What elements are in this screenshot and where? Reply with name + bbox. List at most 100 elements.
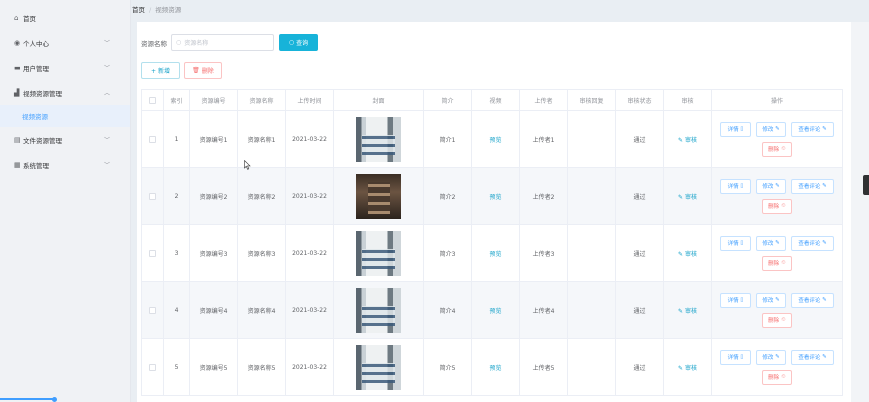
- edit-button[interactable]: 修改 ✎: [756, 178, 786, 194]
- detail-button[interactable]: 详情 ▯: [720, 235, 751, 251]
- sidebar-item-label: 个人中心: [23, 39, 49, 48]
- batch-delete-button[interactable]: 🗑 删除: [184, 62, 222, 79]
- delete-button[interactable]: 删除 ♲: [762, 255, 792, 271]
- trash-icon: ♲: [780, 260, 786, 266]
- cell-name: 资源名称5: [237, 338, 286, 396]
- delete-label: 删除: [768, 204, 780, 210]
- sidebar-item-label: 系统管理: [23, 161, 49, 170]
- cell-index: 3: [163, 224, 190, 282]
- view-comments-button[interactable]: 查看评论 ✎: [791, 121, 834, 137]
- sidebar-item-2[interactable]: ▬ 用户管理 ﹀: [0, 55, 130, 80]
- cell-time: 2021-03-22: [285, 110, 334, 168]
- audit-link[interactable]: ✎ 审核: [678, 308, 697, 315]
- cell-status: 通过: [615, 338, 664, 396]
- right-gutter: [851, 22, 869, 402]
- edit-button[interactable]: 修改 ✎: [756, 349, 786, 365]
- detail-button[interactable]: 详情 ▯: [720, 121, 751, 137]
- cell-status: 通过: [615, 167, 664, 225]
- cover-image[interactable]: [356, 287, 401, 333]
- query-button[interactable]: ○ 查询: [279, 34, 318, 51]
- sidebar-subitem-video-resource[interactable]: 视频资源: [0, 105, 130, 127]
- edit-button[interactable]: 修改 ✎: [756, 235, 786, 251]
- sidebar-scrollbar[interactable]: [0, 398, 56, 400]
- cell-cover: [333, 110, 424, 168]
- scroll-handle[interactable]: [863, 175, 869, 195]
- video-preview-link[interactable]: 预览: [489, 365, 501, 372]
- detail-button[interactable]: 详情 ▯: [720, 178, 751, 194]
- cell-code: 资源编号5: [189, 338, 238, 396]
- view-comments-button[interactable]: 查看评论 ✎: [791, 178, 834, 194]
- video-preview-link[interactable]: 预览: [489, 194, 501, 201]
- video-preview-link[interactable]: 预览: [489, 308, 501, 315]
- edit-button[interactable]: 修改 ✎: [756, 292, 786, 308]
- cover-image[interactable]: [356, 173, 401, 219]
- delete-button[interactable]: 删除 ♲: [762, 312, 792, 328]
- cell-status: 通过: [615, 110, 664, 168]
- audit-link[interactable]: ✎ 审核: [678, 137, 697, 144]
- document-icon: ▤: [14, 135, 21, 144]
- view-comments-button[interactable]: 查看评论 ✎: [791, 235, 834, 251]
- add-button[interactable]: + 新增: [141, 62, 180, 79]
- select-all-checkbox[interactable]: [149, 96, 156, 104]
- cell-uploader: 上传者3: [519, 224, 568, 282]
- cell-cover: [333, 224, 424, 282]
- sidebar-item-3[interactable]: ▟ 视频资源管理 ︿: [0, 80, 130, 105]
- document-icon: ▯: [740, 354, 744, 360]
- delete-button[interactable]: 删除 ♲: [762, 141, 792, 157]
- sidebar-item-1[interactable]: ◉ 个人中心 ﹀: [0, 30, 130, 55]
- column-header: 视频: [471, 89, 520, 111]
- row-select-cell[interactable]: [141, 167, 164, 225]
- edit-icon: ✎: [775, 240, 780, 246]
- row-select-cell[interactable]: [141, 224, 164, 282]
- edit-pen-icon: ✎: [678, 136, 684, 144]
- cover-image[interactable]: [356, 116, 401, 162]
- delete-button[interactable]: 删除 ♲: [762, 369, 792, 385]
- operation-buttons: 详情 ▯ 修改 ✎ 查看评论 ✎ 删除 ♲: [714, 292, 840, 328]
- detail-button[interactable]: 详情 ▯: [720, 349, 751, 365]
- audit-link[interactable]: ✎ 审核: [678, 251, 697, 258]
- row-checkbox[interactable]: [149, 306, 156, 314]
- document-icon: ▯: [740, 126, 744, 132]
- detail-label: 详情: [727, 355, 739, 361]
- audit-link-label: 审核: [684, 136, 697, 144]
- video-preview-link[interactable]: 预览: [489, 137, 501, 144]
- cell-time: 2021-03-22: [285, 167, 334, 225]
- cell-uploader: 上传者4: [519, 281, 568, 339]
- row-select-cell[interactable]: [141, 338, 164, 396]
- operation-buttons: 详情 ▯ 修改 ✎ 查看评论 ✎ 删除 ♲: [714, 178, 840, 214]
- view-comments-button[interactable]: 查看评论 ✎: [791, 292, 834, 308]
- row-select-cell[interactable]: [141, 281, 164, 339]
- sidebar-item-0[interactable]: ⌂ 首页: [0, 5, 130, 30]
- breadcrumb-current: 视频资源: [155, 6, 182, 14]
- sidebar-item-5[interactable]: ▦ 系统管理 ﹀: [0, 152, 130, 177]
- detail-label: 详情: [727, 298, 739, 304]
- row-select-cell[interactable]: [141, 110, 164, 168]
- cover-image[interactable]: [356, 230, 401, 276]
- breadcrumb: 首页 / 视频资源: [132, 4, 181, 14]
- view-comments-button[interactable]: 查看评论 ✎: [791, 349, 834, 365]
- row-checkbox[interactable]: [149, 363, 156, 371]
- video-preview-link[interactable]: 预览: [489, 251, 501, 258]
- column-header: 资源名称: [237, 89, 286, 111]
- edit-button[interactable]: 修改 ✎: [756, 121, 786, 137]
- cell-code: 资源编号1: [189, 110, 238, 168]
- cell-video: 预览: [471, 110, 520, 168]
- breadcrumb-home[interactable]: 首页: [132, 6, 145, 14]
- sidebar-item-4[interactable]: ▤ 文件资源管理 ﹀: [0, 127, 130, 152]
- row-checkbox[interactable]: [149, 192, 156, 200]
- audit-link[interactable]: ✎ 审核: [678, 194, 697, 201]
- cover-image[interactable]: [356, 344, 401, 390]
- trash-icon: ♲: [780, 374, 786, 380]
- delete-button[interactable]: 删除 ♲: [762, 198, 792, 214]
- cell-video: 预览: [471, 281, 520, 339]
- detail-label: 详情: [727, 241, 739, 247]
- chevron-up-icon: ︿: [103, 90, 110, 97]
- header-select-all[interactable]: [141, 89, 164, 111]
- sidebar-scroll-knob[interactable]: [52, 397, 57, 402]
- cell-intro: 简介4: [423, 281, 472, 339]
- audit-link[interactable]: ✎ 审核: [678, 365, 697, 372]
- detail-button[interactable]: 详情 ▯: [720, 292, 751, 308]
- row-checkbox[interactable]: [149, 135, 156, 143]
- search-input[interactable]: ○ 资源名称: [171, 34, 274, 51]
- row-checkbox[interactable]: [149, 249, 156, 257]
